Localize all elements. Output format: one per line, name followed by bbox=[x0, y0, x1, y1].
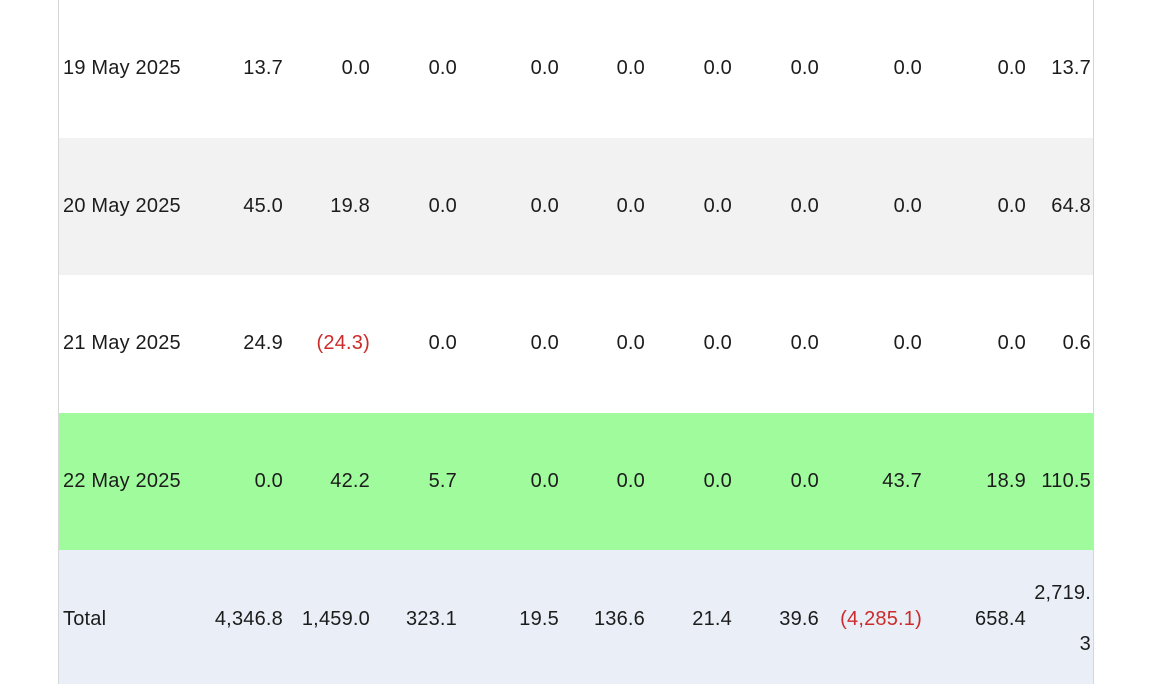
row-total-value-cell: 110.5 bbox=[1026, 412, 1093, 551]
total-value-cell: 19.5 bbox=[457, 550, 559, 684]
daily-values-table: 19 May 2025 13.7 0.0 0.0 0.0 0.0 0.0 0.0 0.0 0.0 1… bbox=[59, 0, 1093, 684]
row-total-value-cell: 13.7 bbox=[1026, 0, 1093, 138]
value-cell: 0.0 bbox=[732, 275, 819, 413]
value-cell: 0.0 bbox=[922, 137, 1026, 276]
value-cell: 0.0 bbox=[283, 0, 370, 138]
table-body: 19 May 2025 13.7 0.0 0.0 0.0 0.0 0.0 0.0 0.0 0.0 1… bbox=[59, 0, 1093, 684]
value-cell: 0.0 bbox=[922, 275, 1026, 413]
value-cell: 19.8 bbox=[283, 137, 370, 276]
value-cell: 0.0 bbox=[819, 0, 922, 138]
value-cell: 0.0 bbox=[457, 412, 559, 551]
value-cell: 0.0 bbox=[370, 137, 457, 276]
value-cell: 5.7 bbox=[370, 412, 457, 551]
value-cell: 42.2 bbox=[283, 412, 370, 551]
row-total-value-cell: 64.8 bbox=[1026, 137, 1093, 276]
row-date-cell: 22 May 2025 bbox=[59, 412, 185, 551]
value-cell: 45.0 bbox=[185, 137, 283, 276]
total-value-cell: 21.4 bbox=[645, 550, 732, 684]
value-cell: 0.0 bbox=[819, 137, 922, 276]
value-cell: 0.0 bbox=[370, 275, 457, 413]
value-cell: 0.0 bbox=[185, 412, 283, 551]
total-value-cell: 39.6 bbox=[732, 550, 819, 684]
row-date-cell: 20 May 2025 bbox=[59, 137, 185, 276]
value-cell: (24.3) bbox=[283, 275, 370, 413]
table-total-row: Total 4,346.8 1,459.0 323.1 19.5 136.6 21.4 39.… bbox=[59, 550, 1093, 684]
value-cell: 0.0 bbox=[732, 137, 819, 276]
total-value-cell: 4,346.8 bbox=[185, 550, 283, 684]
table-row: 20 May 2025 45.0 19.8 0.0 0.0 0.0 0.0 0.0 0.0 0.0… bbox=[59, 137, 1093, 276]
grand-total-cell: 2,719.3 bbox=[1026, 550, 1093, 684]
value-cell: 0.0 bbox=[645, 412, 732, 551]
row-date-cell: 19 May 2025 bbox=[59, 0, 185, 138]
total-value-cell: 1,459.0 bbox=[283, 550, 370, 684]
value-cell: 0.0 bbox=[732, 412, 819, 551]
value-cell: 0.0 bbox=[732, 0, 819, 138]
table-row: 21 May 2025 24.9 (24.3) 0.0 0.0 0.0 0.0 0.0 0.0 0… bbox=[59, 275, 1093, 413]
value-cell: 24.9 bbox=[185, 275, 283, 413]
value-cell: 0.0 bbox=[645, 275, 732, 413]
total-value-cell: 136.6 bbox=[559, 550, 645, 684]
table-row: 19 May 2025 13.7 0.0 0.0 0.0 0.0 0.0 0.0 0.0 0.0 1… bbox=[59, 0, 1093, 138]
total-value-cell: (4,285.1) bbox=[819, 550, 922, 684]
value-cell: 0.0 bbox=[559, 0, 645, 138]
value-cell: 13.7 bbox=[185, 0, 283, 138]
table-row-highlighted: 22 May 2025 0.0 42.2 5.7 0.0 0.0 0.0 0.0 43.7 18.… bbox=[59, 412, 1093, 551]
total-value-cell: 658.4 bbox=[922, 550, 1026, 684]
value-cell: 0.0 bbox=[645, 137, 732, 276]
row-date-cell: 21 May 2025 bbox=[59, 275, 185, 413]
value-cell: 0.0 bbox=[457, 137, 559, 276]
value-cell: 0.0 bbox=[559, 412, 645, 551]
value-cell: 0.0 bbox=[819, 275, 922, 413]
value-cell: 0.0 bbox=[457, 0, 559, 138]
value-cell: 0.0 bbox=[645, 0, 732, 138]
total-value-cell: 323.1 bbox=[370, 550, 457, 684]
row-total-value-cell: 0.6 bbox=[1026, 275, 1093, 413]
value-cell: 43.7 bbox=[819, 412, 922, 551]
value-cell: 0.0 bbox=[559, 275, 645, 413]
value-cell: 0.0 bbox=[559, 137, 645, 276]
value-cell: 0.0 bbox=[922, 0, 1026, 138]
value-cell: 18.9 bbox=[922, 412, 1026, 551]
total-label: Total bbox=[59, 550, 185, 684]
table-container: 19 May 2025 13.7 0.0 0.0 0.0 0.0 0.0 0.0 0.0 0.0 1… bbox=[58, 0, 1094, 684]
value-cell: 0.0 bbox=[370, 0, 457, 138]
value-cell: 0.0 bbox=[457, 275, 559, 413]
